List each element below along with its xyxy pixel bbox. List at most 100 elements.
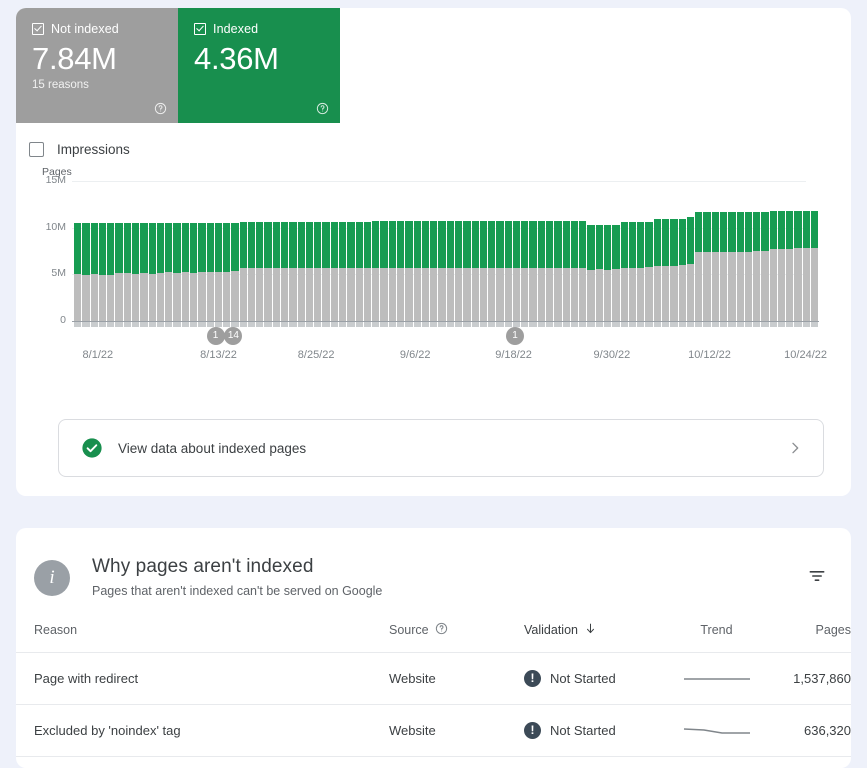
chart-bar[interactable] <box>198 223 205 321</box>
chart-bar[interactable] <box>107 223 114 321</box>
chart-bar[interactable] <box>654 219 661 321</box>
chart-bar[interactable] <box>505 221 512 321</box>
chart-bar[interactable] <box>811 211 818 321</box>
chart-bar[interactable] <box>182 223 189 321</box>
chart-bar[interactable] <box>761 212 768 321</box>
chart-bar[interactable] <box>264 222 271 321</box>
chart-bar[interactable] <box>521 221 528 321</box>
chart-bar[interactable] <box>629 222 636 321</box>
chart-bar[interactable] <box>157 223 164 321</box>
chart-bar[interactable] <box>472 221 479 321</box>
chart-bar[interactable] <box>173 223 180 321</box>
chart-bar[interactable] <box>422 221 429 321</box>
chart-bar[interactable] <box>99 223 106 321</box>
chart-bar[interactable] <box>339 222 346 321</box>
chart-bar[interactable] <box>529 221 536 321</box>
chart-bar[interactable] <box>74 223 81 321</box>
table-row[interactable]: Excluded by 'noindex' tagWebsite!Not Sta… <box>16 705 851 757</box>
table-row[interactable]: Page with redirectWebsite!Not Started1,5… <box>16 653 851 705</box>
chart-bar[interactable] <box>447 221 454 321</box>
column-header-source[interactable]: Source <box>389 622 524 653</box>
chart-bar[interactable] <box>563 221 570 321</box>
chart-bar[interactable] <box>82 223 89 321</box>
chart-bar[interactable] <box>132 223 139 321</box>
chart-bar[interactable] <box>712 212 719 321</box>
chart-bar[interactable] <box>430 221 437 321</box>
chart-bar[interactable] <box>165 223 172 321</box>
chart-bar[interactable] <box>480 221 487 321</box>
tile-not-indexed[interactable]: Not indexed 7.84M 15 reasons <box>16 8 178 123</box>
chart-bar[interactable] <box>389 221 396 321</box>
chart-bar[interactable] <box>455 221 462 321</box>
column-header-validation[interactable]: Validation <box>524 622 669 653</box>
column-header-pages[interactable]: Pages <box>764 622 851 653</box>
chart-bar[interactable] <box>571 221 578 321</box>
help-icon[interactable] <box>316 102 329 115</box>
chevron-right-icon[interactable] <box>787 440 803 456</box>
chart-bar[interactable] <box>687 217 694 321</box>
chart-bar[interactable] <box>240 222 247 321</box>
chart-bar[interactable] <box>356 222 363 321</box>
chart-bar[interactable] <box>248 222 255 321</box>
column-header-trend[interactable]: Trend <box>669 622 764 653</box>
chart-bar[interactable] <box>438 221 445 321</box>
chart-bar[interactable] <box>405 221 412 321</box>
chart-bar[interactable] <box>770 211 777 321</box>
chart-bar[interactable] <box>596 225 603 321</box>
chart-bar[interactable] <box>331 222 338 321</box>
chart-bar[interactable] <box>695 212 702 321</box>
tile-indexed[interactable]: Indexed 4.36M <box>178 8 340 123</box>
chart-bar[interactable] <box>662 219 669 321</box>
chart-annotation-badge[interactable]: 1 <box>207 327 225 345</box>
chart-bar[interactable] <box>322 222 329 321</box>
chart-bar[interactable] <box>513 221 520 321</box>
chart-bar[interactable] <box>298 222 305 321</box>
chart-bar[interactable] <box>488 221 495 321</box>
view-indexed-pages-banner[interactable]: View data about indexed pages <box>58 419 824 477</box>
chart-bar[interactable] <box>347 222 354 321</box>
chart-bar[interactable] <box>149 223 156 321</box>
chart-annotation-badge[interactable]: 14 <box>224 327 242 345</box>
chart-bar[interactable] <box>587 225 594 321</box>
chart-bar[interactable] <box>604 225 611 321</box>
not-indexed-checkbox[interactable] <box>32 23 44 35</box>
chart-bar[interactable] <box>703 212 710 321</box>
impressions-toggle[interactable]: Impressions <box>29 142 189 157</box>
chart-bar[interactable] <box>670 219 677 321</box>
chart-bar[interactable] <box>207 223 214 321</box>
chart-bar[interactable] <box>231 223 238 321</box>
chart-bar[interactable] <box>621 222 628 321</box>
chart-bar[interactable] <box>364 222 371 321</box>
chart-bar[interactable] <box>803 211 810 321</box>
chart-bar[interactable] <box>538 221 545 321</box>
chart-bar[interactable] <box>679 219 686 321</box>
chart-annotation-badge[interactable]: 1 <box>506 327 524 345</box>
column-header-reason[interactable]: Reason <box>16 622 389 653</box>
cell-reason[interactable]: Page with redirect <box>16 653 389 705</box>
chart-bar[interactable] <box>414 221 421 321</box>
chart-bar[interactable] <box>124 223 131 321</box>
help-icon[interactable] <box>154 102 167 115</box>
chart-bar[interactable] <box>728 212 735 321</box>
chart-bar[interactable] <box>496 221 503 321</box>
chart-bar[interactable] <box>215 223 222 321</box>
chart-bar[interactable] <box>115 223 122 321</box>
chart-bar[interactable] <box>140 223 147 321</box>
chart-bar[interactable] <box>637 222 644 321</box>
cell-reason[interactable]: Excluded by 'noindex' tag <box>16 705 389 757</box>
chart-bar[interactable] <box>579 221 586 321</box>
chart-bar[interactable] <box>778 211 785 321</box>
chart-bar[interactable] <box>223 223 230 321</box>
indexed-checkbox[interactable] <box>194 23 206 35</box>
help-icon[interactable] <box>435 622 448 638</box>
chart-bar[interactable] <box>463 221 470 321</box>
chart-bar[interactable] <box>306 222 313 321</box>
chart-bar[interactable] <box>256 222 263 321</box>
filter-icon[interactable] <box>807 566 827 586</box>
chart-bar[interactable] <box>397 221 404 321</box>
chart-bar[interactable] <box>645 222 652 321</box>
chart-bar[interactable] <box>546 221 553 321</box>
chart-bar[interactable] <box>786 211 793 321</box>
chart-bar[interactable] <box>281 222 288 321</box>
chart-bar[interactable] <box>273 222 280 321</box>
